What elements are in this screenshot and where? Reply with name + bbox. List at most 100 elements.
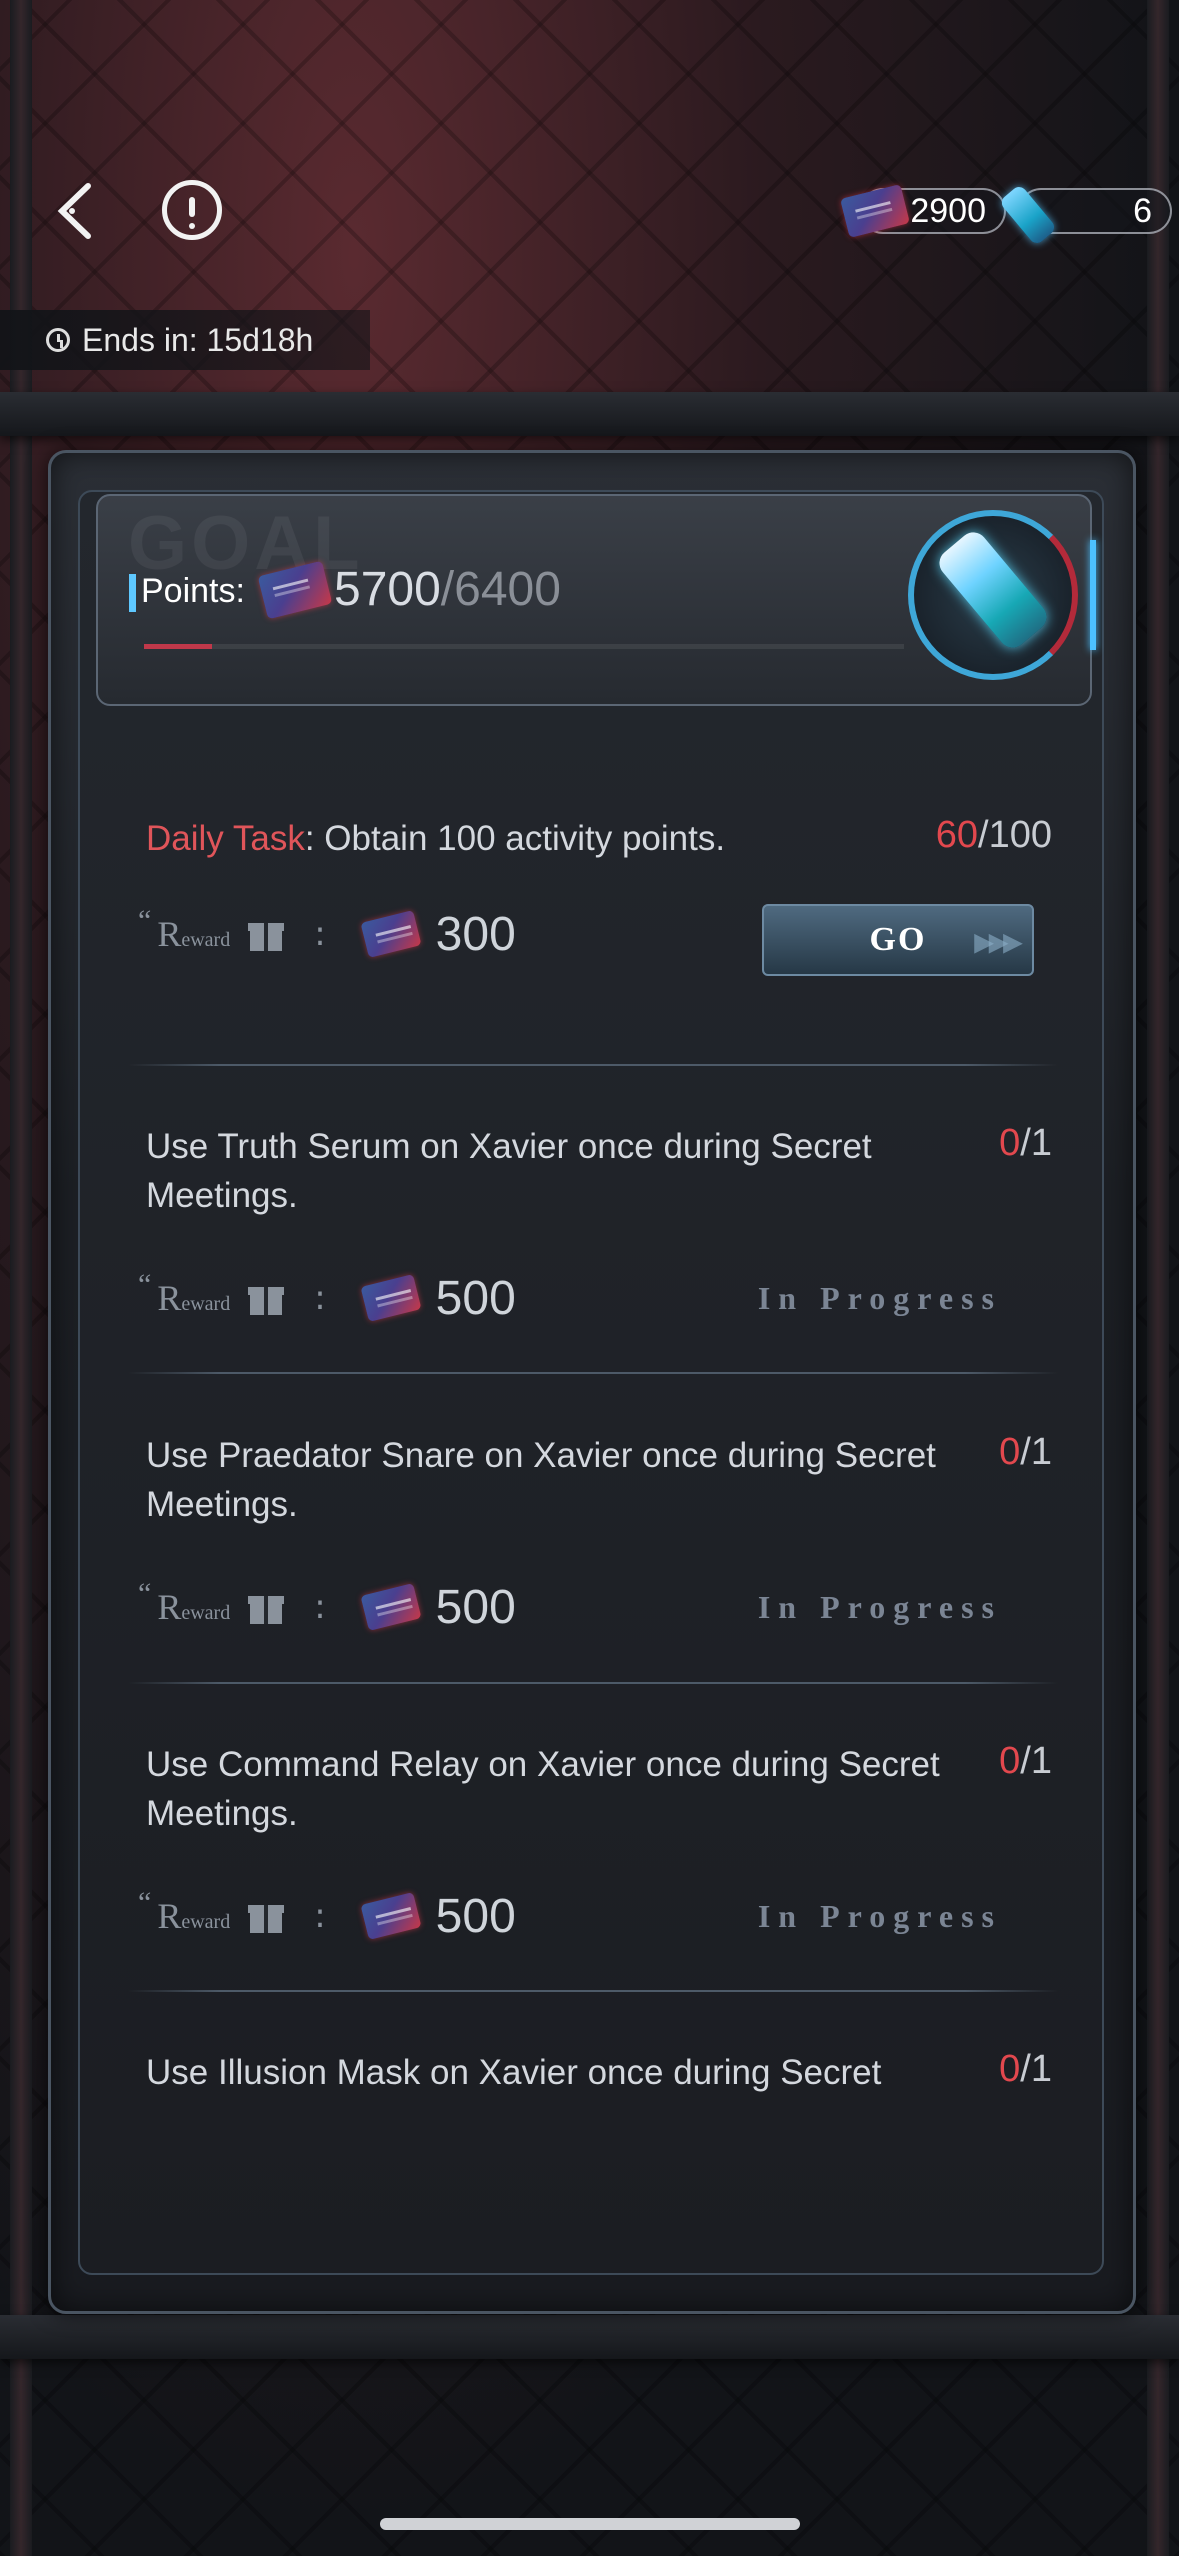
card-ticket-icon [360,910,422,958]
reward-label-rest: eward [181,929,231,951]
task-divider [128,1064,1058,1066]
gift-icon [248,1899,285,1933]
reward-label-rest: eward [181,1911,231,1933]
reward-colon: : [314,914,326,954]
status-in-progress: In Progress [757,1280,1002,1316]
task-count-total: 1 [1030,1122,1052,1164]
task-title: Use Command Relay on Xavier once during … [146,1745,940,1833]
clock-icon [46,328,70,352]
task-count-current: 0 [999,1431,1021,1473]
gift-icon [248,1281,285,1315]
back-chevron-icon [57,183,91,239]
points-current: 5700 [334,563,441,616]
points-value: 5700/6400 [334,562,561,617]
reward-label-rest: eward [181,1602,231,1624]
task-title: Use Praedator Snare on Xavier once durin… [146,1436,936,1524]
reward-label-initial: R [157,914,182,954]
arrows-icon: ▶▶▶ [974,930,1022,956]
reward-quote: “ [138,1268,152,1301]
reward-amount: 500 [435,1580,516,1634]
reward-row: “ Reward : 300 [138,904,516,964]
task-count-total: 1 [1030,1740,1052,1782]
points-separator: / [440,563,455,616]
reward-colon: : [314,1587,326,1627]
info-icon [189,197,195,217]
reward-colon: : [314,1896,326,1936]
event-timer: Ends in: 15d18h [0,310,370,370]
card-ticket-icon [360,1892,422,1940]
reward-quote: “ [138,904,152,937]
info-button[interactable] [162,180,222,240]
task-progress-count: 0/1 [999,1122,1052,1165]
task-count-separator: / [1020,1431,1031,1473]
scroll-indicator [1090,540,1096,650]
reward-label: Reward [157,1895,230,1937]
task-title-text: : Obtain 100 activity points. [304,819,726,858]
task-count-total: 1 [1030,1431,1052,1473]
task-progress-count: 0/1 [999,1431,1052,1474]
task-count-total: 100 [988,814,1052,856]
task-count-total: 1 [1030,2048,1052,2090]
task-count-separator: / [978,814,989,856]
points-label: Points: [141,572,245,610]
goal-progress-fill [144,644,213,649]
info-icon-dot [189,223,195,229]
task-title: Daily Task: Obtain 100 activity points. [146,814,966,863]
task-count-separator: / [1020,1740,1031,1782]
currency-points-pill[interactable]: 2900 [840,184,1006,238]
goal-progress-track [144,644,904,649]
task-item: Use Illusion Mask on Xavier once during … [128,2048,1062,2108]
card-ticket-icon [360,1274,422,1322]
reward-label-initial: R [157,1278,182,1318]
reward-amount: 300 [435,907,516,961]
reward-label-rest: eward [181,1293,231,1315]
status-in-progress: In Progress [757,1589,1002,1625]
task-count-current: 60 [935,814,979,856]
task-progress-count: 0/1 [999,2048,1052,2091]
reward-row: “ Reward : 500 [138,1577,516,1637]
points-total: 6400 [454,563,561,616]
task-divider [128,1372,1058,1374]
reward-label-initial: R [157,1587,182,1627]
task-count-current: 0 [999,1122,1021,1164]
task-count-separator: / [1020,1122,1031,1164]
reward-label: Reward [157,1277,230,1319]
reward-label: Reward [157,913,230,955]
status-in-progress: In Progress [757,1898,1002,1934]
reward-colon: : [314,1278,326,1318]
reward-label-initial: R [157,1896,182,1936]
daily-task-prefix: Daily Task [146,819,305,858]
reward-quote: “ [138,1886,152,1919]
fence-rail [0,2315,1179,2359]
go-button-label: GO [869,921,927,958]
task-progress-count: 60/100 [936,814,1052,857]
currency-points-value: 2900 [910,191,986,230]
task-progress-count: 0/1 [999,1740,1052,1783]
fence-pole [1147,0,1169,2556]
fence-pole [10,0,32,2556]
back-button[interactable] [50,176,110,246]
ends-in-text: Ends in: 15d18h [82,321,314,358]
reward-amount: 500 [435,1889,516,1943]
card-ticket-icon [360,1583,422,1631]
task-panel-inner [78,490,1104,2275]
currency-vial-pill[interactable]: 6 [998,183,1172,247]
fence-rail [0,392,1179,436]
task-count-current: 0 [999,1740,1021,1782]
reward-label: Reward [157,1586,230,1628]
gift-icon [248,917,285,951]
points-accent-bar [129,574,136,612]
go-button[interactable]: GO ▶▶▶ [762,904,1034,976]
task-divider [128,1990,1058,1992]
task-count-separator: / [1020,2048,1031,2090]
task-title: Use Truth Serum on Xavier once during Se… [146,1127,872,1215]
task-title: Use Illusion Mask on Xavier once during … [146,2053,882,2092]
task-count-current: 0 [999,2048,1021,2090]
reward-quote: “ [138,1577,152,1610]
reward-amount: 500 [435,1271,516,1325]
reward-row: “ Reward : 500 [138,1886,516,1946]
gift-icon [248,1590,285,1624]
home-indicator[interactable] [380,2518,800,2530]
reward-row: “ Reward : 500 [138,1268,516,1328]
currency-vial-value: 6 [1133,191,1152,230]
